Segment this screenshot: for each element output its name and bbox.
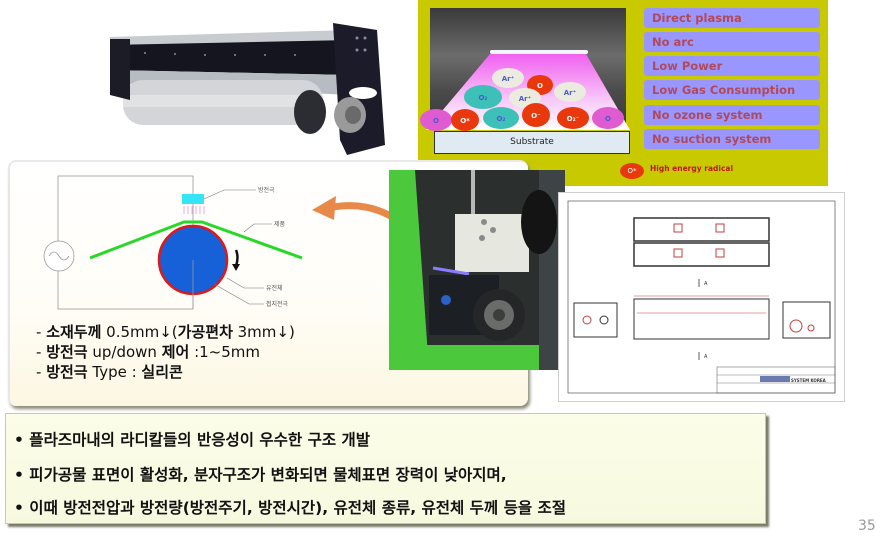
label-dielectric: 유전체 xyxy=(266,284,283,292)
page-number: 35 xyxy=(858,518,876,534)
summary-line-3: • 이때 방전전압과 방전량(방전주기, 방전시간), 유전체 종류, 유전체 … xyxy=(14,499,567,517)
spec-list: - 소재두께 0.5mm↓(가공편차 3mm↓) - 방전극 up/down 제… xyxy=(36,322,295,382)
discharge-electrode xyxy=(182,194,204,204)
particle-label: Ar⁺ xyxy=(564,89,577,97)
title-block-brand: SYSTEM KOREA xyxy=(791,378,827,383)
summary-line-1: • 플라즈마내의 라디칼들의 반응성이 우수한 구조 개발 xyxy=(14,431,371,449)
feature-no-ozone: No ozone system xyxy=(644,105,820,125)
summary-textbox: • 플라즈마내의 라디칼들의 반응성이 우수한 구조 개발 • 피가공물 표면이… xyxy=(5,413,766,524)
particle-label: O xyxy=(537,82,543,90)
feature-low-gas: Low Gas Consumption xyxy=(644,80,820,100)
summary-line-2: • 피가공물 표면이 활성화, 분자구조가 변화되면 물체표면 장력이 낮아지며… xyxy=(14,466,507,484)
particle-label: O₂⁻ xyxy=(567,115,580,123)
particle-label: O xyxy=(433,117,439,125)
feature-no-suction: No suction system xyxy=(644,129,820,149)
spec-thickness: - 소재두께 0.5mm↓(가공편차 3mm↓) xyxy=(36,323,295,341)
feature-no-arc: No arc xyxy=(644,32,820,52)
plasma-concept-panel: Ar⁺ O Ar⁺ Ar⁺ O₂ O O* O₂ O⁻ O₂⁻ O Substrate Direct… xyxy=(418,0,828,186)
section-mark-top: A xyxy=(704,281,708,287)
section-mark-bottom: A xyxy=(704,354,708,360)
particle-label: O xyxy=(605,115,611,123)
particle-label: O* xyxy=(460,117,470,125)
label-discharge-electrode: 방전극 xyxy=(258,186,275,194)
spec-updown: - 방전극 up/down 제어 :1~5mm xyxy=(36,343,260,361)
particle-label: O₂ xyxy=(496,115,505,123)
title-block-logo xyxy=(760,376,790,382)
feature-direct-plasma: Direct plasma xyxy=(644,8,820,28)
label-product: 제품 xyxy=(274,220,286,228)
feature-low-power: Low Power xyxy=(644,56,820,76)
particle-label: Ar⁺ xyxy=(502,75,515,83)
plasma-treater-machine-photo xyxy=(110,23,385,155)
legend-label: High energy radical xyxy=(650,164,734,173)
spec-type: - 방전극 Type : 실리콘 xyxy=(36,363,183,381)
technical-drawing: A A SYSTEM KOREA xyxy=(558,192,845,402)
particle-label: Ar⁺ xyxy=(519,95,532,103)
radical-symbol-icon: O* xyxy=(620,163,644,179)
particle-label: O₂ xyxy=(478,94,487,102)
label-ground-electrode: 접지전극 xyxy=(266,300,289,308)
rotation-arrow-icon xyxy=(232,264,240,271)
dbd-schematic-diagram: 방전극 제품 유전체 접지전극 xyxy=(43,175,303,310)
particle-label: O⁻ xyxy=(531,112,541,120)
roller-electrode-photo xyxy=(389,170,565,370)
substrate-label: Substrate xyxy=(434,131,630,154)
